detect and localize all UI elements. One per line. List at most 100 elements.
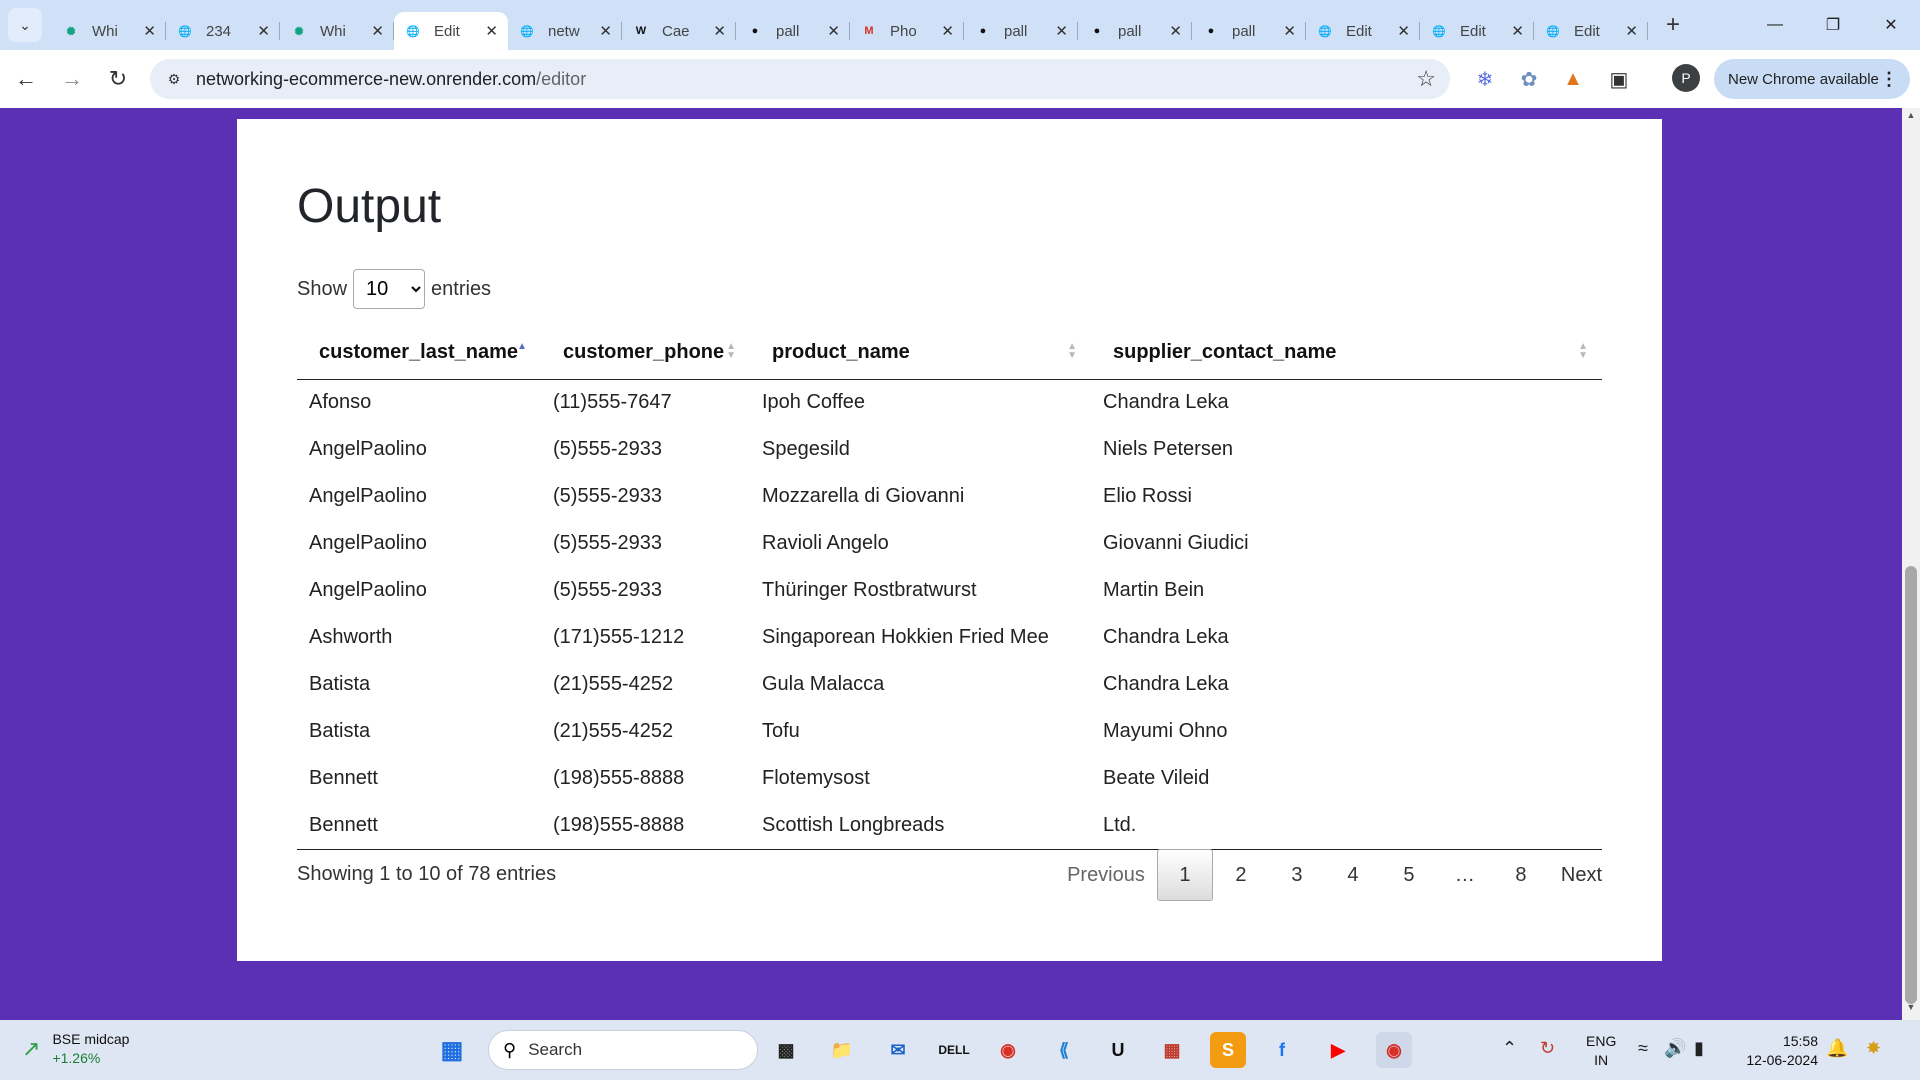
close-icon[interactable]: ✕ <box>941 22 954 40</box>
browser-tab[interactable]: ● pall ✕ <box>964 12 1078 50</box>
tab-search-button[interactable]: ⌄ <box>8 8 42 42</box>
sublime-text-icon[interactable]: S <box>1210 1032 1246 1068</box>
column-header[interactable]: customer_last_name ▲ <box>297 327 541 380</box>
pagination: Previous 1 2 3 4 5 … 8 Next <box>1055 849 1614 901</box>
page-button[interactable]: 8 <box>1493 849 1549 901</box>
profile-avatar[interactable]: P <box>1672 64 1700 92</box>
scroll-up-arrow-icon[interactable]: ▲ <box>1902 110 1920 126</box>
sync-icon[interactable]: ↻ <box>1540 1038 1555 1059</box>
wifi-icon[interactable]: ≈ <box>1638 1038 1648 1059</box>
app-grid-icon[interactable]: ▦ <box>1154 1032 1190 1068</box>
mail-icon[interactable]: ✉ <box>880 1032 916 1068</box>
vscode-icon[interactable]: ⟪ <box>1046 1032 1082 1068</box>
table-cell: (5)555-2933 <box>553 532 662 554</box>
previous-page-button[interactable]: Previous <box>1055 849 1157 901</box>
browser-tab[interactable]: 🌐 Edit ✕ <box>1534 12 1648 50</box>
table-row: Batista (21)555-4252 Gula Malacca Chandra L… <box>297 661 1602 708</box>
file-explorer-icon[interactable]: 📁 <box>824 1032 860 1068</box>
browser-tab[interactable]: 🌐 netw ✕ <box>508 12 622 50</box>
extension-swirl-icon[interactable]: ✿ <box>1514 64 1544 94</box>
clock[interactable]: 15:58 12-06-2024 <box>1738 1032 1818 1070</box>
table-cell: Tofu <box>762 720 800 742</box>
chrome-icon[interactable]: ◉ <box>990 1032 1026 1068</box>
close-icon[interactable]: ✕ <box>1055 22 1068 40</box>
bookmark-star-icon[interactable]: ☆ <box>1416 66 1436 92</box>
youtube-icon[interactable]: ▶ <box>1320 1032 1356 1068</box>
browser-tab[interactable]: W Cae ✕ <box>622 12 736 50</box>
site-info-button[interactable]: ⚙ <box>160 65 188 93</box>
page-button[interactable]: 2 <box>1213 849 1269 901</box>
reload-button[interactable]: ↻ <box>98 59 138 99</box>
browser-tab[interactable]: ● pall ✕ <box>736 12 850 50</box>
clock-time: 15:58 <box>1782 1033 1818 1049</box>
gmail-icon: M <box>864 25 874 37</box>
browser-tab[interactable]: 🌐 Edit ✕ <box>1306 12 1420 50</box>
unreal-engine-icon[interactable]: U <box>1100 1032 1136 1068</box>
column-header[interactable]: product_name ▲ ▼ <box>750 327 1091 380</box>
page-button[interactable]: 4 <box>1325 849 1381 901</box>
task-view-icon[interactable]: ▩ <box>768 1032 804 1068</box>
next-page-button[interactable]: Next <box>1549 849 1614 901</box>
close-icon[interactable]: ✕ <box>1169 22 1182 40</box>
page-button[interactable]: 3 <box>1269 849 1325 901</box>
close-icon[interactable]: ✕ <box>257 22 270 40</box>
notification-bell-icon[interactable]: 🔔 <box>1826 1038 1848 1059</box>
close-icon[interactable]: ✕ <box>827 22 840 40</box>
close-icon[interactable]: ✕ <box>1283 22 1296 40</box>
restore-button[interactable]: ❐ <box>1804 0 1862 50</box>
browser-tab[interactable]: ✺ Whi ✕ <box>52 12 166 50</box>
browser-tab[interactable]: 🌐 Edit ✕ <box>394 12 508 50</box>
minimize-button[interactable]: — <box>1746 0 1804 50</box>
new-tab-button[interactable]: + <box>1666 11 1680 39</box>
close-icon[interactable]: ✕ <box>371 22 384 40</box>
browser-tab[interactable]: ● pall ✕ <box>1192 12 1306 50</box>
table-row: Afonso (11)555-7647 Ipoh Coffee Chandra Lek… <box>297 379 1602 426</box>
chrome-active-icon[interactable]: ◉ <box>1376 1032 1412 1068</box>
browser-tab[interactable]: 🌐 Edit ✕ <box>1420 12 1534 50</box>
tab-title: Cae <box>662 22 690 40</box>
close-icon[interactable]: ✕ <box>713 22 726 40</box>
table-cell: Elio Rossi <box>1103 485 1192 507</box>
browser-tab[interactable]: 🌐 234 ✕ <box>166 12 280 50</box>
url-text[interactable]: networking-ecommerce-new.onrender.com/ed… <box>196 69 586 90</box>
table-cell: Chandra Leka <box>1103 673 1229 695</box>
language-indicator[interactable]: ENG IN <box>1586 1032 1616 1070</box>
column-header[interactable]: customer_phone ▲ ▼ <box>541 327 750 380</box>
table-cell: Spegesild <box>762 438 850 460</box>
browser-tab[interactable]: ✺ Whi ✕ <box>280 12 394 50</box>
volume-icon[interactable]: 🔊 <box>1664 1038 1686 1059</box>
page-button[interactable]: 5 <box>1381 849 1437 901</box>
chrome-update-button[interactable]: New Chrome available ⋮ <box>1714 59 1910 99</box>
back-button[interactable]: ← <box>6 59 46 99</box>
table-cell: Chandra Leka <box>1103 626 1229 648</box>
address-bar[interactable]: ⚙ networking-ecommerce-new.onrender.com/… <box>150 59 1450 99</box>
show-hidden-icons-chevron-icon[interactable]: ⌃ <box>1502 1038 1517 1059</box>
close-icon[interactable]: ✕ <box>485 22 498 40</box>
page-button[interactable]: 1 <box>1156 849 1213 901</box>
stock-widget[interactable]: ↗ BSE midcap +1.26% <box>22 1030 129 1068</box>
browser-tab[interactable]: ● pall ✕ <box>1078 12 1192 50</box>
extension-snowflake-icon[interactable]: ❄ <box>1470 64 1500 94</box>
browser-tab[interactable]: M Pho ✕ <box>850 12 964 50</box>
close-icon[interactable]: ✕ <box>143 22 156 40</box>
metamask-fox-icon[interactable]: ▲ <box>1558 64 1588 94</box>
copilot-icon[interactable]: ✸ <box>1866 1038 1881 1059</box>
forward-button[interactable]: → <box>52 59 92 99</box>
extensions-puzzle-icon[interactable]: ▣ <box>1604 64 1634 94</box>
close-icon[interactable]: ✕ <box>1397 22 1410 40</box>
close-icon[interactable]: ✕ <box>599 22 612 40</box>
close-icon[interactable]: ✕ <box>1511 22 1524 40</box>
scroll-down-arrow-icon[interactable]: ▼ <box>1902 1002 1920 1018</box>
globe-icon: 🌐 <box>1546 25 1560 38</box>
scrollbar-thumb[interactable] <box>1905 566 1917 1004</box>
close-icon[interactable]: ✕ <box>1625 22 1638 40</box>
taskbar-search[interactable]: ⚲ Search <box>488 1030 758 1070</box>
column-header[interactable]: supplier_contact_name ▲ ▼ <box>1091 327 1602 380</box>
close-window-button[interactable]: ✕ <box>1862 0 1920 50</box>
facebook-icon[interactable]: f <box>1264 1032 1300 1068</box>
battery-icon[interactable]: ▮ <box>1694 1038 1704 1059</box>
page-scrollbar[interactable]: ▲ ▼ <box>1902 108 1920 1020</box>
dell-icon[interactable]: DELL <box>936 1032 972 1068</box>
windows-start-icon[interactable]: ▦ <box>434 1032 470 1068</box>
entries-per-page-select[interactable]: 10 <box>353 269 426 309</box>
